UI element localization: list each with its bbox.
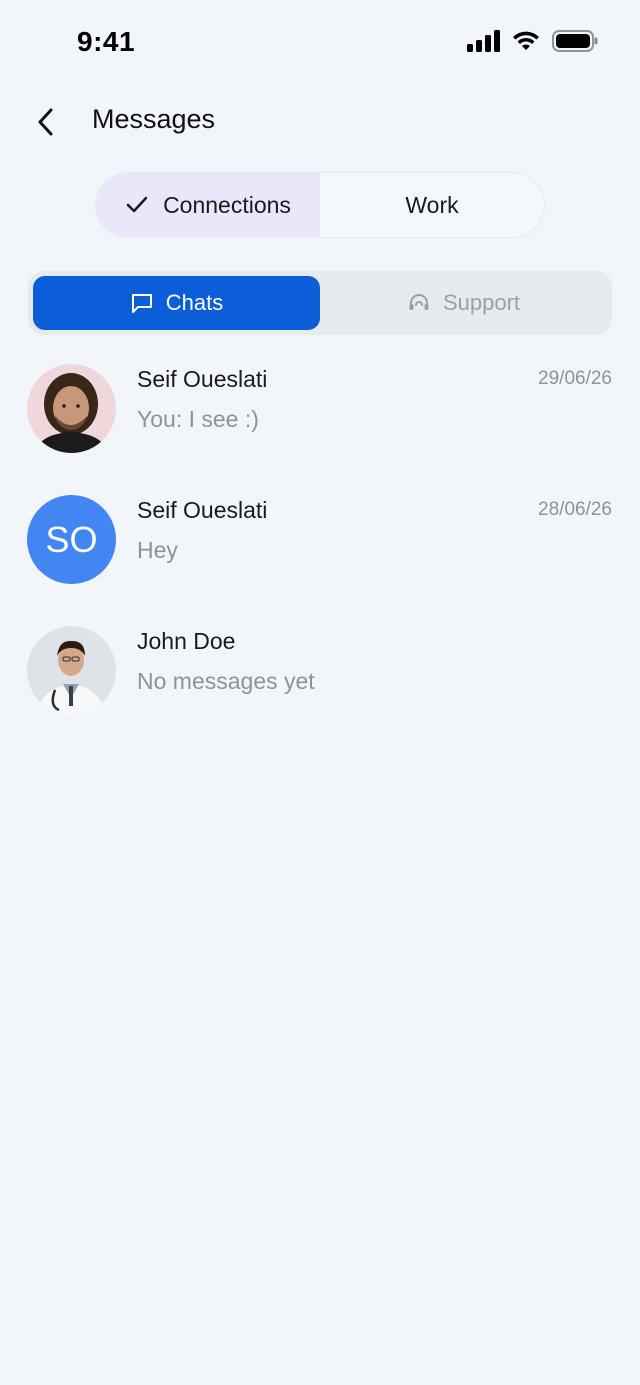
chat-item[interactable]: John Doe No messages yet: [0, 614, 640, 745]
back-button[interactable]: [24, 102, 68, 142]
tab-chats[interactable]: Chats: [33, 276, 320, 330]
chat-preview: Hey: [137, 537, 178, 563]
chat-preview: You: I see :): [137, 406, 259, 432]
avatar: [27, 364, 116, 453]
chat-list: Seif Oueslati You: I see :) 29/06/26 SO …: [0, 352, 640, 745]
tab-support[interactable]: Support: [320, 276, 607, 330]
tab-bar: Chats Support: [28, 271, 612, 335]
check-icon: [126, 196, 148, 213]
avatar-initials: SO: [27, 495, 116, 584]
avatar-photo-man-icon: [27, 364, 116, 453]
avatar: [27, 626, 116, 715]
cellular-signal-icon: [467, 30, 500, 52]
battery-icon: [552, 30, 598, 52]
segment-work-label: Work: [405, 191, 459, 218]
segment-connections[interactable]: Connections: [96, 173, 320, 237]
status-time: 9:41: [77, 26, 136, 57]
segmented-control: Connections Work: [95, 172, 545, 238]
chat-name: Seif Oueslati: [137, 366, 268, 392]
chevron-left-icon: [38, 108, 53, 136]
chat-preview: No messages yet: [137, 668, 315, 694]
status-icons: [467, 30, 598, 52]
page-title: Messages: [92, 104, 216, 134]
status-bar: 9:41: [0, 0, 640, 84]
segment-connections-label: Connections: [163, 191, 291, 218]
tab-support-label: Support: [442, 290, 521, 315]
chat-date: 28/06/26: [538, 499, 612, 520]
chat-bubble-icon: [131, 294, 152, 313]
chat-item[interactable]: Seif Oueslati You: I see :) 29/06/26: [0, 352, 640, 483]
chat-name: John Doe: [137, 628, 236, 654]
header: Messages: [0, 90, 640, 150]
avatar-photo-doctor-icon: [27, 626, 116, 715]
chat-date: 29/06/26: [538, 368, 612, 389]
chat-name: Seif Oueslati: [137, 497, 268, 523]
chat-item[interactable]: SO Seif Oueslati Hey 28/06/26: [0, 483, 640, 614]
segment-work[interactable]: Work: [320, 173, 544, 237]
wifi-icon: [513, 31, 539, 50]
headset-icon: [409, 294, 429, 310]
tab-chats-label: Chats: [165, 290, 224, 315]
